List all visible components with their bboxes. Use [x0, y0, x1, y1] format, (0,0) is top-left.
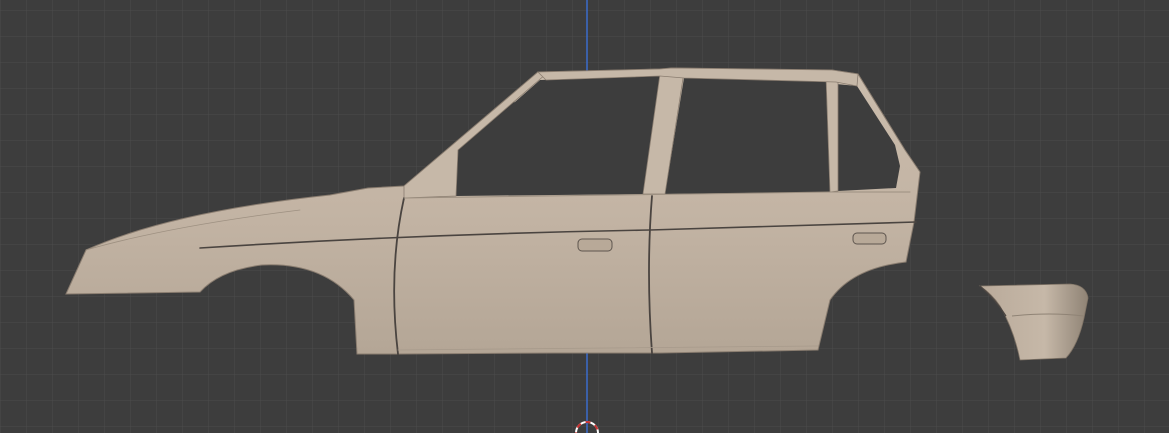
rear-door-handle: [852, 232, 887, 245]
3d-cursor-icon[interactable]: [575, 421, 599, 433]
rear-bumper-piece[interactable]: [978, 283, 1089, 361]
car-body-side[interactable]: [65, 67, 921, 355]
3d-viewport[interactable]: [0, 0, 1169, 433]
front-door-handle: [577, 238, 613, 252]
rear-bumper-shape[interactable]: [978, 283, 1089, 361]
rear-door-window-opening: [665, 78, 830, 194]
scene-objects[interactable]: [0, 0, 1169, 433]
front-door-window-opening: [456, 76, 660, 196]
